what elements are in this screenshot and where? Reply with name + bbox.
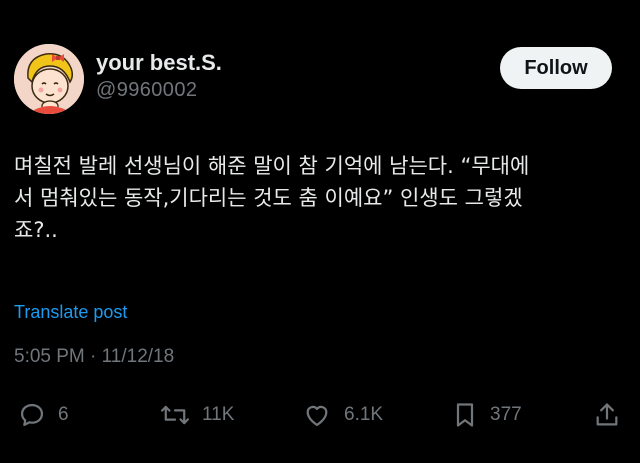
post-timestamp[interactable]: 5:05 PM · 11/12/18 [14,346,174,368]
author-display-name[interactable]: your best.S. [96,49,222,77]
author-handle[interactable]: @9960002 [96,77,222,103]
avatar[interactable] [14,44,84,114]
reply-icon [20,403,44,427]
repost-count: 11K [202,404,235,425]
post-card: your best.S. @9960002 Follow 며칠전 발레 선생님이… [0,0,640,463]
reply-count: 6 [58,404,69,425]
like-count: 6.1K [344,404,384,425]
like-button[interactable]: 6.1K [302,395,383,435]
repost-icon [160,405,190,425]
author-identity: your best.S. @9960002 [96,49,222,103]
action-bar: 6 11K 6.1K 377 [0,395,640,435]
bookmark-icon [456,403,474,427]
reply-button[interactable]: 6 [18,395,69,435]
post-header: your best.S. @9960002 [14,44,222,114]
heart-icon [306,405,328,427]
post-text: 며칠전 발레 선생님이 해준 말이 참 기억에 남는다. “무대에 서 멈춰있는… [14,154,530,242]
translate-post-link[interactable]: Translate post [14,302,127,323]
follow-button[interactable]: Follow [500,47,612,89]
bookmark-count: 377 [490,404,522,425]
repost-button[interactable]: 11K [160,395,234,435]
cartoon-girl-avatar-icon [14,44,84,114]
share-button[interactable] [594,395,620,435]
share-icon [596,403,618,426]
bookmark-button[interactable]: 377 [452,395,522,435]
